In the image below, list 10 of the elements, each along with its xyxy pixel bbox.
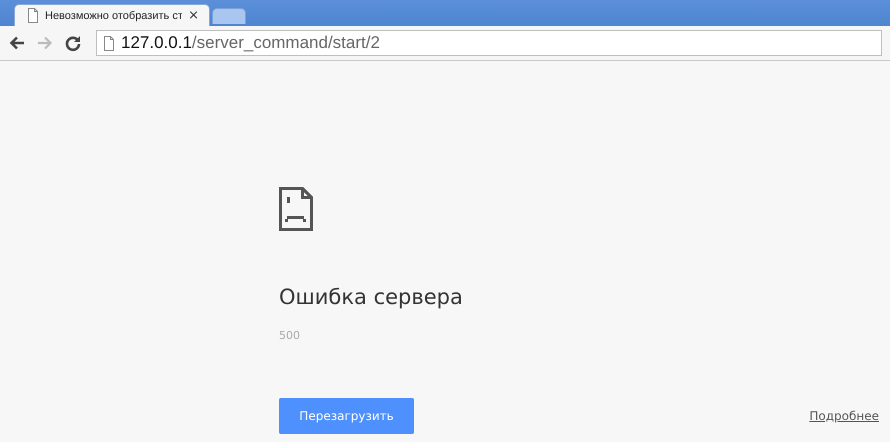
- back-icon[interactable]: [8, 34, 26, 52]
- page-icon: [27, 8, 39, 23]
- close-tab-button[interactable]: ×: [188, 9, 199, 22]
- sad-page-icon: [279, 187, 313, 231]
- error-title: Ошибка сервера: [279, 284, 464, 311]
- reload-icon[interactable]: [64, 34, 82, 52]
- error-code: 500: [279, 329, 301, 342]
- address-field[interactable]: 127.0.0.1/server_command/start/2: [96, 30, 882, 56]
- page-icon: [103, 36, 115, 50]
- details-link[interactable]: Подробнее: [809, 409, 879, 423]
